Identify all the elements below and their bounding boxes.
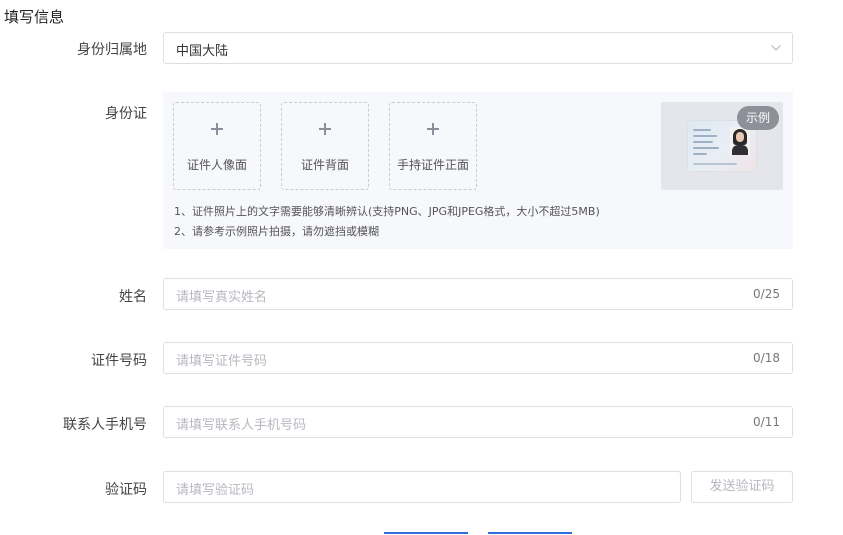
id-number-input-placeholder: 请填写证件号码 — [176, 354, 268, 369]
upload-id-front[interactable]: 证件人像面 — [173, 102, 261, 190]
phone-input-placeholder: 请填写联系人手机号码 — [176, 418, 307, 433]
id-number-char-counter: 0/18 — [753, 351, 780, 365]
send-code-button[interactable]: 发送验证码 — [691, 471, 793, 503]
example-image[interactable]: 示例 — [661, 102, 783, 190]
id-card-label: 身份证 — [105, 106, 147, 122]
verify-code-input-placeholder: 请填写验证码 — [176, 483, 255, 498]
upload-note: 1、证件照片上的文字需要能够清晰辨认(支持PNG、JPG和JPEG格式，大小不超… — [174, 205, 600, 218]
phone-input[interactable]: 请填写联系人手机号码 0/11 — [163, 406, 793, 438]
region-select-value: 中国大陆 — [176, 44, 229, 59]
id-number-label: 证件号码 — [91, 353, 147, 369]
id-card-upload-panel: 证件人像面 证件背面 手持证件正面 1、证件照片上的文字需要能够清晰辨认(支持P… — [163, 92, 793, 249]
phone-label: 联系人手机号 — [63, 417, 147, 433]
upload-id-back-label: 证件背面 — [300, 158, 349, 172]
upload-id-handheld[interactable]: 手持证件正面 — [389, 102, 477, 190]
portrait-photo — [730, 127, 750, 155]
region-label: 身份归属地 — [77, 42, 147, 58]
plus-icon — [319, 123, 331, 135]
verify-code-input[interactable]: 请填写验证码 — [163, 471, 681, 503]
name-input[interactable]: 请填写真实姓名 0/25 — [163, 278, 793, 310]
chevron-down-icon — [771, 45, 781, 51]
phone-char-counter: 0/11 — [753, 415, 780, 429]
upload-note: 2、请参考示例照片拍摄，请勿遮挡或模糊 — [174, 225, 379, 238]
upload-id-front-label: 证件人像面 — [186, 158, 247, 172]
name-input-placeholder: 请填写真实姓名 — [176, 290, 268, 305]
name-label: 姓名 — [119, 289, 147, 305]
plus-icon — [427, 123, 439, 135]
region-select[interactable]: 中国大陆 — [163, 32, 793, 64]
upload-notes: 1、证件照片上的文字需要能够清晰辨认(支持PNG、JPG和JPEG格式，大小不超… — [174, 202, 600, 242]
page-title: 填写信息 — [4, 8, 65, 26]
id-number-input[interactable]: 请填写证件号码 0/18 — [163, 342, 793, 374]
upload-id-handheld-label: 手持证件正面 — [396, 158, 469, 172]
plus-icon — [211, 123, 223, 135]
upload-id-back[interactable]: 证件背面 — [281, 102, 369, 190]
verify-code-label: 验证码 — [105, 482, 147, 498]
name-char-counter: 0/25 — [753, 287, 780, 301]
example-badge: 示例 — [736, 106, 779, 130]
